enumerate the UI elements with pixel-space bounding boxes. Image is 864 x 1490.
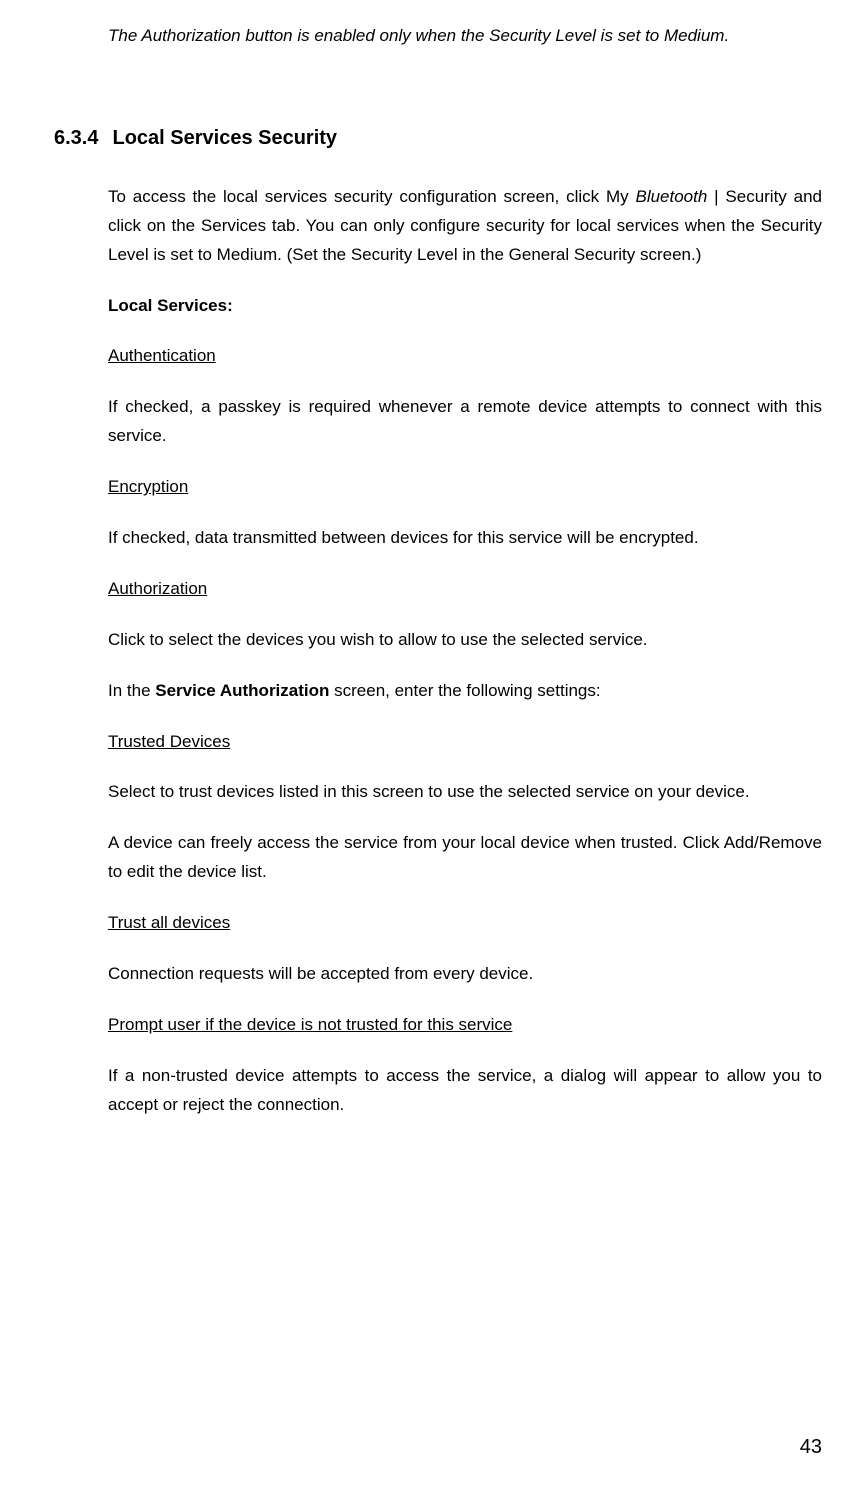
authentication-heading: Authentication	[108, 342, 822, 371]
section-heading: 6.3.4 Local Services Security	[54, 121, 822, 155]
intro-note: The Authorization button is enabled only…	[108, 22, 822, 51]
local-services-label: Local Services:	[108, 292, 822, 321]
trusted-devices-body2: A device can freely access the service f…	[108, 829, 822, 887]
authorization-heading: Authorization	[108, 575, 822, 604]
service-auth-text-2: screen, enter the following settings:	[329, 681, 600, 700]
bluetooth-italic: Bluetooth	[635, 187, 707, 206]
trusted-devices-heading: Trusted Devices	[108, 728, 822, 757]
service-auth-bold: Service Authorization	[155, 681, 329, 700]
authorization-body: Click to select the devices you wish to …	[108, 626, 822, 655]
prompt-heading: Prompt user if the device is not trusted…	[108, 1011, 822, 1040]
page-number: 43	[800, 1430, 822, 1464]
section-title: Local Services Security	[112, 127, 337, 149]
service-auth-paragraph: In the Service Authorization screen, ent…	[108, 677, 822, 706]
authentication-body: If checked, a passkey is required whenev…	[108, 393, 822, 451]
encryption-heading: Encryption	[108, 473, 822, 502]
prompt-body: If a non-trusted device attempts to acce…	[108, 1062, 822, 1120]
access-text-1: To access the local services security co…	[108, 187, 635, 206]
trust-all-heading: Trust all devices	[108, 909, 822, 938]
service-auth-text-1: In the	[108, 681, 155, 700]
section-number: 6.3.4	[54, 127, 98, 149]
encryption-body: If checked, data transmitted between dev…	[108, 524, 822, 553]
trust-all-body: Connection requests will be accepted fro…	[108, 960, 822, 989]
access-paragraph: To access the local services security co…	[108, 183, 822, 270]
trusted-devices-body1: Select to trust devices listed in this s…	[108, 778, 822, 807]
